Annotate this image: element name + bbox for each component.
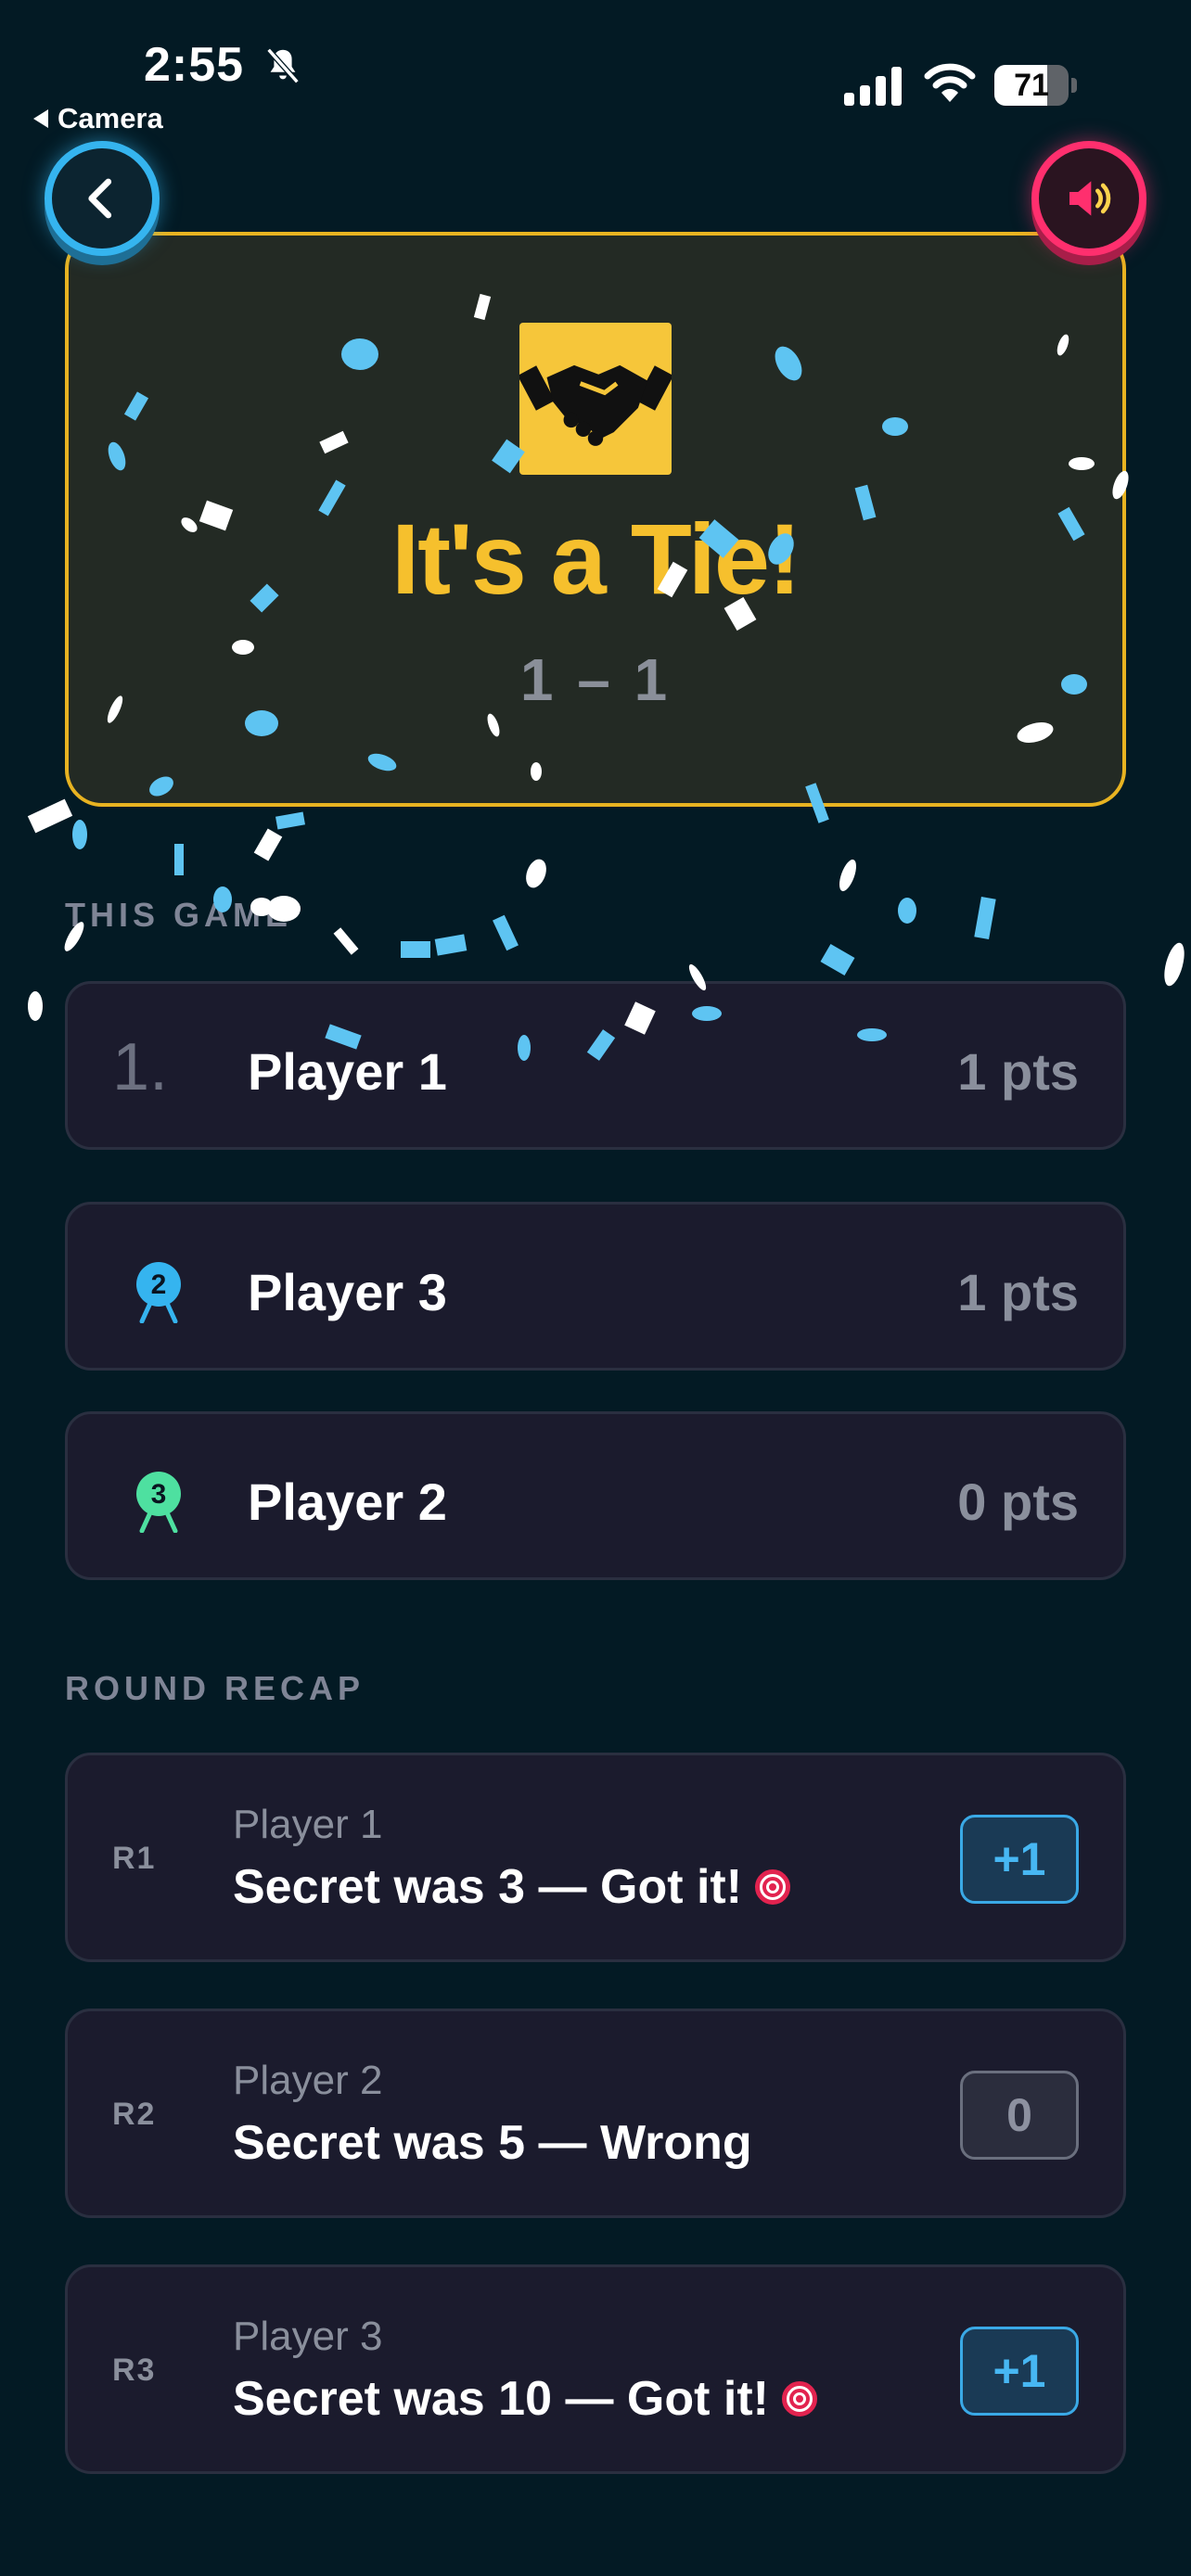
target-icon [755, 1869, 791, 1905]
round-player: Player 1 [233, 1802, 383, 1847]
sound-toggle-button[interactable] [1031, 141, 1146, 256]
round-number: R3 [112, 2353, 157, 2388]
handshake-icon [517, 323, 674, 475]
medal-rank: 2 [151, 1269, 167, 1300]
back-app-label: Camera [58, 102, 163, 134]
player-points: 1 pts [957, 1042, 1079, 1101]
target-icon [781, 2381, 817, 2417]
back-button[interactable] [45, 141, 160, 256]
round-result: Secret was 3 — Got it! [233, 1859, 791, 1915]
leaderboard-row: 2 Player 3 1 pts [65, 1202, 1126, 1371]
result-score: 1 – 1 [519, 646, 672, 713]
status-time: 2:55 [144, 38, 245, 92]
player-name: Player 2 [248, 1473, 447, 1531]
round-result: Secret was 5 — Wrong [233, 2115, 752, 2171]
result-title: It's a Tie! [391, 503, 801, 615]
leaderboard-row: 1. Player 1 1 pts [65, 981, 1126, 1150]
medal-rank: 3 [151, 1479, 167, 1510]
round-player: Player 3 [233, 2314, 383, 2359]
round-player: Player 2 [233, 2058, 383, 2103]
round-recap-row: R3 Player 3 Secret was 10 — Got it! +1 [65, 2264, 1126, 2474]
player-name: Player 3 [248, 1263, 447, 1321]
round-number: R2 [112, 2097, 157, 2132]
round-result: Secret was 10 — Got it! [233, 2371, 817, 2427]
player-points: 1 pts [957, 1263, 1079, 1321]
bell-slash-icon [266, 47, 300, 84]
leaderboard-row: 3 Player 2 0 pts [65, 1411, 1126, 1580]
round-result-text: Secret was 10 — Got it! [233, 2372, 769, 2426]
round-number: R1 [112, 1841, 157, 1876]
round-recap-row: R2 Player 2 Secret was 5 — Wrong 0 [65, 2009, 1126, 2218]
this-game-label: THIS GAME [65, 896, 293, 934]
round-recap-label: ROUND RECAP [65, 1669, 365, 1707]
medal-icon: 2 [136, 1262, 181, 1323]
round-points-badge: +1 [960, 2327, 1079, 2416]
round-points-badge: 0 [960, 2071, 1079, 2160]
speaker-icon [1069, 181, 1111, 216]
round-recap-row: R1 Player 1 Secret was 3 — Got it! +1 [65, 1753, 1126, 1962]
battery-indicator: 71 [994, 65, 1078, 106]
signal-icon [844, 67, 902, 106]
player-points: 0 pts [957, 1473, 1079, 1531]
battery-percent: 71 [1014, 68, 1049, 103]
round-result-text: Secret was 3 — Got it! [233, 1860, 743, 1914]
round-points-badge: +1 [960, 1815, 1079, 1904]
rank-number: 1. [112, 1030, 169, 1104]
back-to-camera-link[interactable]: Camera [33, 102, 163, 135]
chevron-left-icon [88, 178, 112, 219]
player-name: Player 1 [248, 1042, 447, 1101]
round-result-text: Secret was 5 — Wrong [233, 2116, 752, 2170]
back-triangle-icon [33, 109, 48, 128]
wifi-icon [924, 63, 976, 102]
medal-icon: 3 [136, 1472, 181, 1533]
